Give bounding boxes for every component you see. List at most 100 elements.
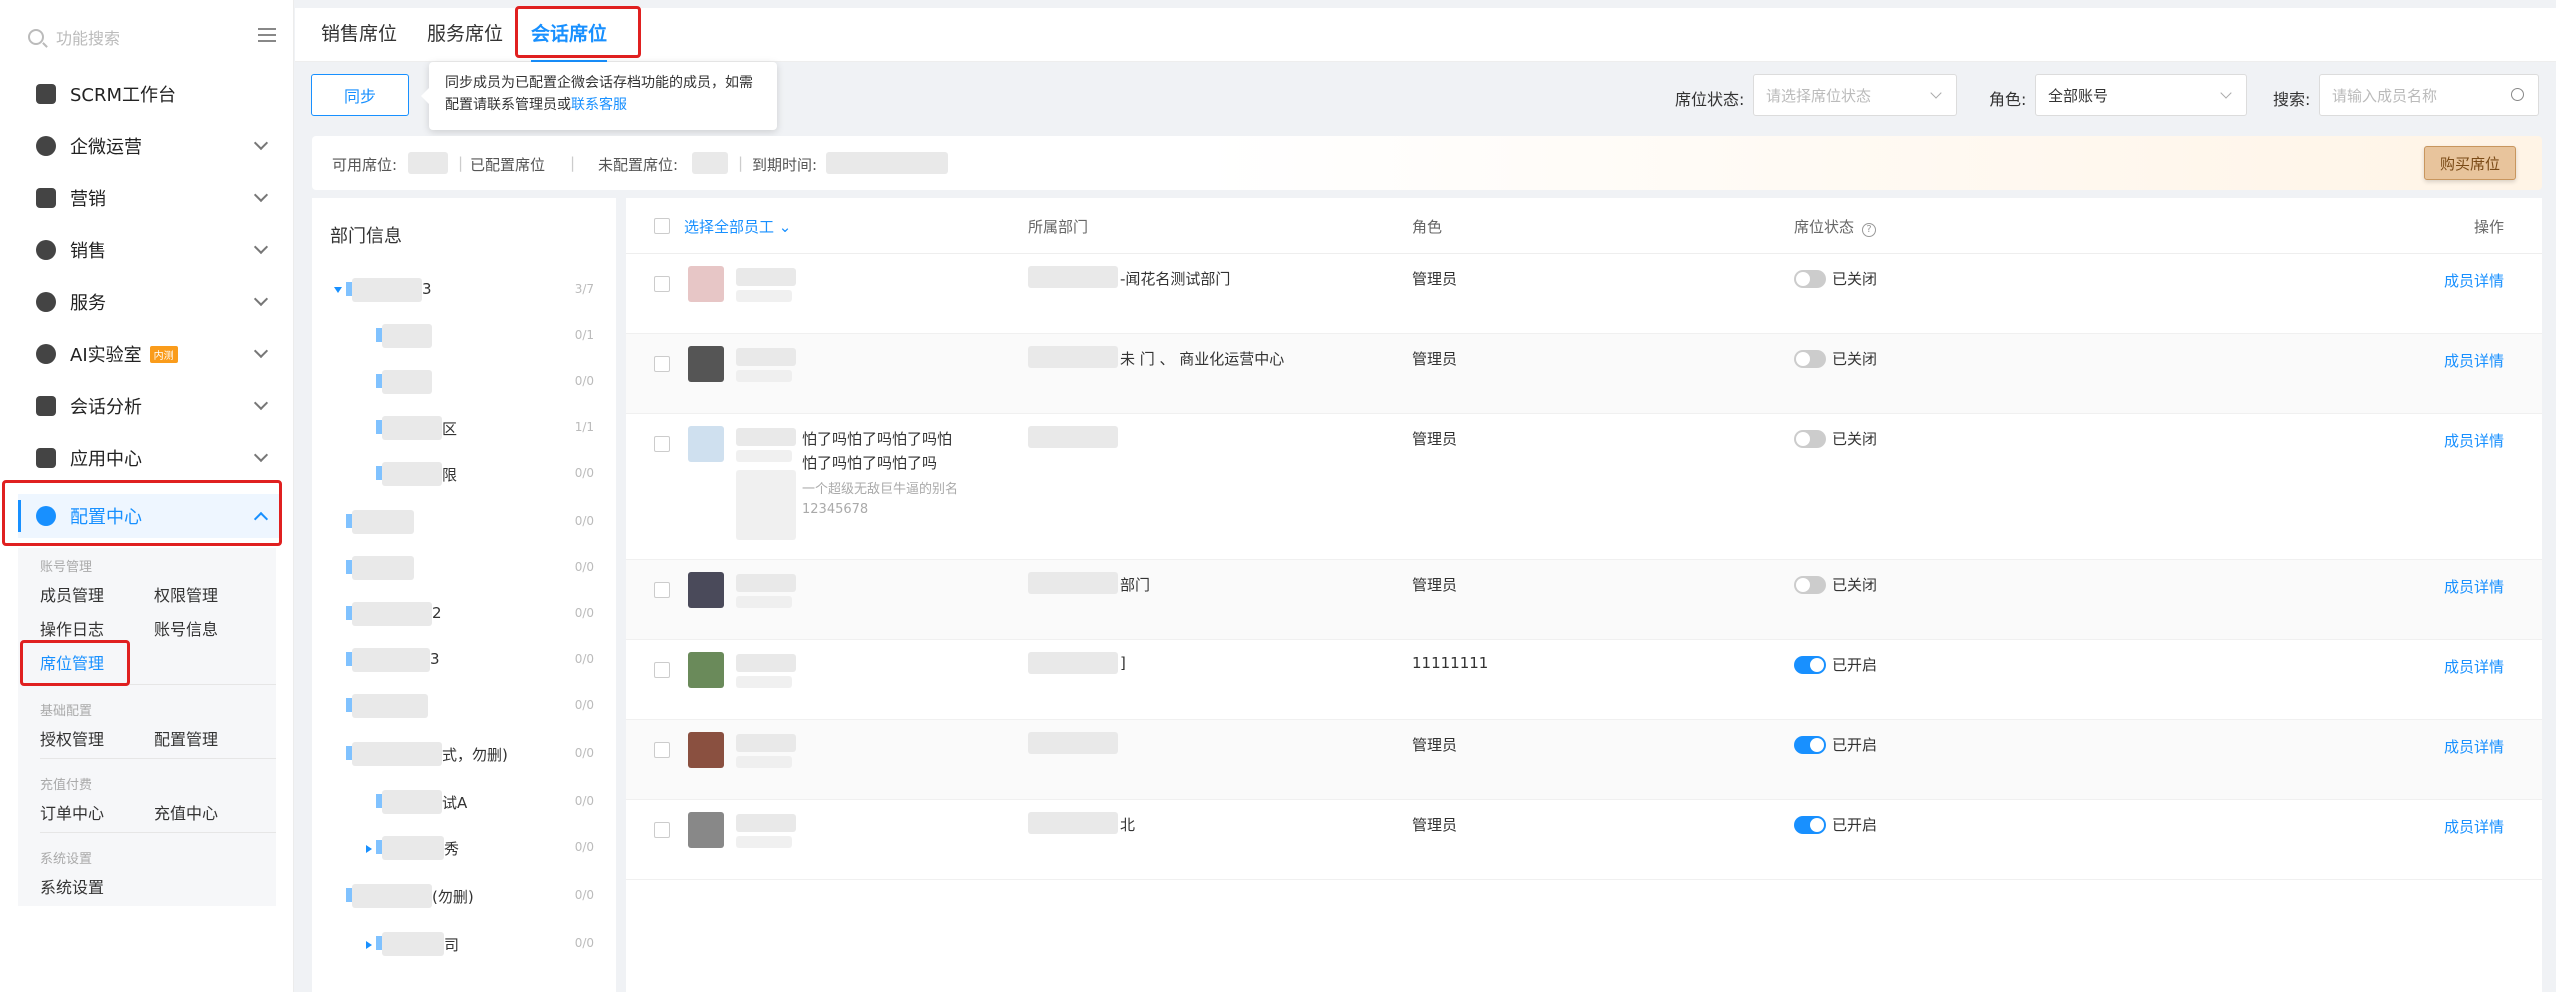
department-name: (勿删) (432, 888, 474, 906)
row-checkbox[interactable] (654, 582, 670, 598)
member-detail-link[interactable]: 成员详情 (2444, 576, 2504, 597)
seat-toggle[interactable] (1794, 736, 1826, 754)
member-detail-link[interactable]: 成员详情 (2444, 430, 2504, 451)
submenu-auth-mgmt[interactable]: 授权管理 (40, 726, 104, 750)
seat-status-select[interactable]: 请选择席位状态 (1753, 74, 1957, 116)
sync-button[interactable]: 同步 (311, 74, 409, 116)
member-detail-link[interactable]: 成员详情 (2444, 816, 2504, 837)
group-title-account: 账号管理 (40, 560, 93, 575)
member-detail-link[interactable]: 成员详情 (2444, 656, 2504, 677)
submenu-order-center[interactable]: 订单中心 (40, 800, 104, 824)
department-row[interactable]: (勿删) 0/0 (312, 882, 616, 912)
department-row[interactable]: 0/1 (312, 322, 616, 352)
select-all-checkbox[interactable] (654, 218, 670, 234)
tab-sales-seat[interactable]: 销售席位 (321, 8, 397, 62)
submenu-operation-log[interactable]: 操作日志 (40, 616, 104, 640)
nav-label: 销售 (70, 241, 106, 262)
department-count: 0/0 (574, 888, 594, 902)
department-row[interactable]: 区 1/1 (312, 414, 616, 444)
role-label: 角色: (1989, 90, 2027, 109)
nav-marketing[interactable]: 营销 (18, 176, 280, 220)
divider (40, 758, 276, 759)
department-name: 式，勿删) (442, 746, 508, 764)
department-row[interactable]: 2 0/0 (312, 600, 616, 630)
row-checkbox[interactable] (654, 822, 670, 838)
table-row: ] 11111111 已开启 成员详情 (626, 640, 2542, 720)
submenu-recharge-center[interactable]: 充值中心 (154, 800, 218, 824)
submenu-permission-mgmt[interactable]: 权限管理 (154, 582, 218, 606)
submenu-system-settings[interactable]: 系统设置 (40, 874, 104, 898)
department-name: 司 (444, 936, 460, 954)
submenu-account-info[interactable]: 账号信息 (154, 616, 218, 640)
department-row[interactable]: 3 3/7 (312, 276, 616, 306)
masked-name (352, 278, 422, 302)
member-detail-link[interactable]: 成员详情 (2444, 736, 2504, 757)
department-row[interactable]: 限 0/0 (312, 460, 616, 490)
nav-label: 企微运营 (70, 137, 142, 158)
masked-name (382, 836, 444, 860)
available-seat-label: 可用席位: (332, 156, 398, 174)
nav-chat-analysis[interactable]: 会话分析 (18, 384, 280, 428)
collapse-menu-icon[interactable] (258, 28, 276, 42)
nav-ai-lab[interactable]: AI实验室 内测 (18, 332, 280, 376)
member-detail-link[interactable]: 成员详情 (2444, 350, 2504, 371)
department-row[interactable]: 式，勿删) 0/0 (312, 740, 616, 770)
department-row[interactable]: 司 0/0 (312, 930, 616, 960)
function-search[interactable]: 功能搜索 (28, 22, 276, 52)
select-all-dropdown[interactable]: 选择全部员工 ⌄ (684, 216, 791, 237)
help-icon[interactable]: ? (1862, 223, 1877, 237)
caret-right-icon[interactable] (366, 845, 372, 853)
department-row[interactable]: 3 0/0 (312, 646, 616, 676)
seat-toggle[interactable] (1794, 430, 1826, 448)
seat-toggle[interactable] (1794, 270, 1826, 288)
row-checkbox[interactable] (654, 662, 670, 678)
department-count: 0/0 (574, 746, 594, 760)
department-row[interactable]: 试A 0/0 (312, 788, 616, 818)
nav-wecom-operation[interactable]: 企微运营 (18, 124, 280, 168)
row-checkbox[interactable] (654, 436, 670, 452)
contact-support-link[interactable]: 联系客服 (571, 97, 627, 113)
chat-analysis-icon (36, 396, 56, 416)
function-search-placeholder: 功能搜索 (56, 29, 121, 48)
department-count: 0/0 (574, 374, 594, 388)
nav-service[interactable]: 服务 (18, 280, 280, 324)
highlight-box (20, 640, 130, 686)
caret-down-icon[interactable] (334, 287, 342, 293)
role-select[interactable]: 全部账号 (2035, 74, 2247, 116)
table-row: 管理员 已开启 成员详情 (626, 720, 2542, 800)
submenu-member-mgmt[interactable]: 成员管理 (40, 582, 104, 606)
chevron-down-icon (2220, 87, 2232, 99)
member-search-input[interactable]: 请输入成员名称 (2319, 74, 2539, 116)
department-row[interactable]: 秀 0/0 (312, 834, 616, 864)
member-alias: 一个超级无敌巨牛逼的别名 (802, 482, 959, 497)
department-count: 0/1 (574, 328, 594, 342)
seat-toggle[interactable] (1794, 350, 1826, 368)
avatar (688, 572, 724, 608)
row-checkbox[interactable] (654, 276, 670, 292)
search-label: 搜索: (2273, 90, 2311, 109)
department-row[interactable]: 0/0 (312, 554, 616, 584)
department-row[interactable]: 0/0 (312, 508, 616, 538)
department-count: 3/7 (574, 282, 594, 296)
nav-app-center[interactable]: 应用中心 (18, 436, 280, 480)
row-checkbox[interactable] (654, 742, 670, 758)
seat-toggle[interactable] (1794, 816, 1826, 834)
buy-seat-button[interactable]: 购买席位 (2424, 146, 2516, 180)
tab-service-seat[interactable]: 服务席位 (427, 8, 503, 62)
seat-status-text: 已关闭 (1832, 350, 1878, 368)
nav-scrm-workbench[interactable]: SCRM工作台 (18, 72, 280, 116)
beta-badge: 内测 (149, 345, 178, 363)
department-row[interactable]: 0/0 (312, 368, 616, 398)
service-icon (36, 292, 56, 312)
row-checkbox[interactable] (654, 356, 670, 372)
nav-sales[interactable]: 销售 (18, 228, 280, 272)
department-count: 0/0 (574, 514, 594, 528)
seat-toggle[interactable] (1794, 656, 1826, 674)
seat-status-placeholder: 请选择席位状态 (1766, 86, 1872, 105)
nav-label: AI实验室 (70, 345, 142, 366)
submenu-config-mgmt[interactable]: 配置管理 (154, 726, 218, 750)
seat-toggle[interactable] (1794, 576, 1826, 594)
department-row[interactable]: 0/0 (312, 692, 616, 722)
caret-right-icon[interactable] (366, 941, 372, 949)
member-detail-link[interactable]: 成员详情 (2444, 270, 2504, 291)
